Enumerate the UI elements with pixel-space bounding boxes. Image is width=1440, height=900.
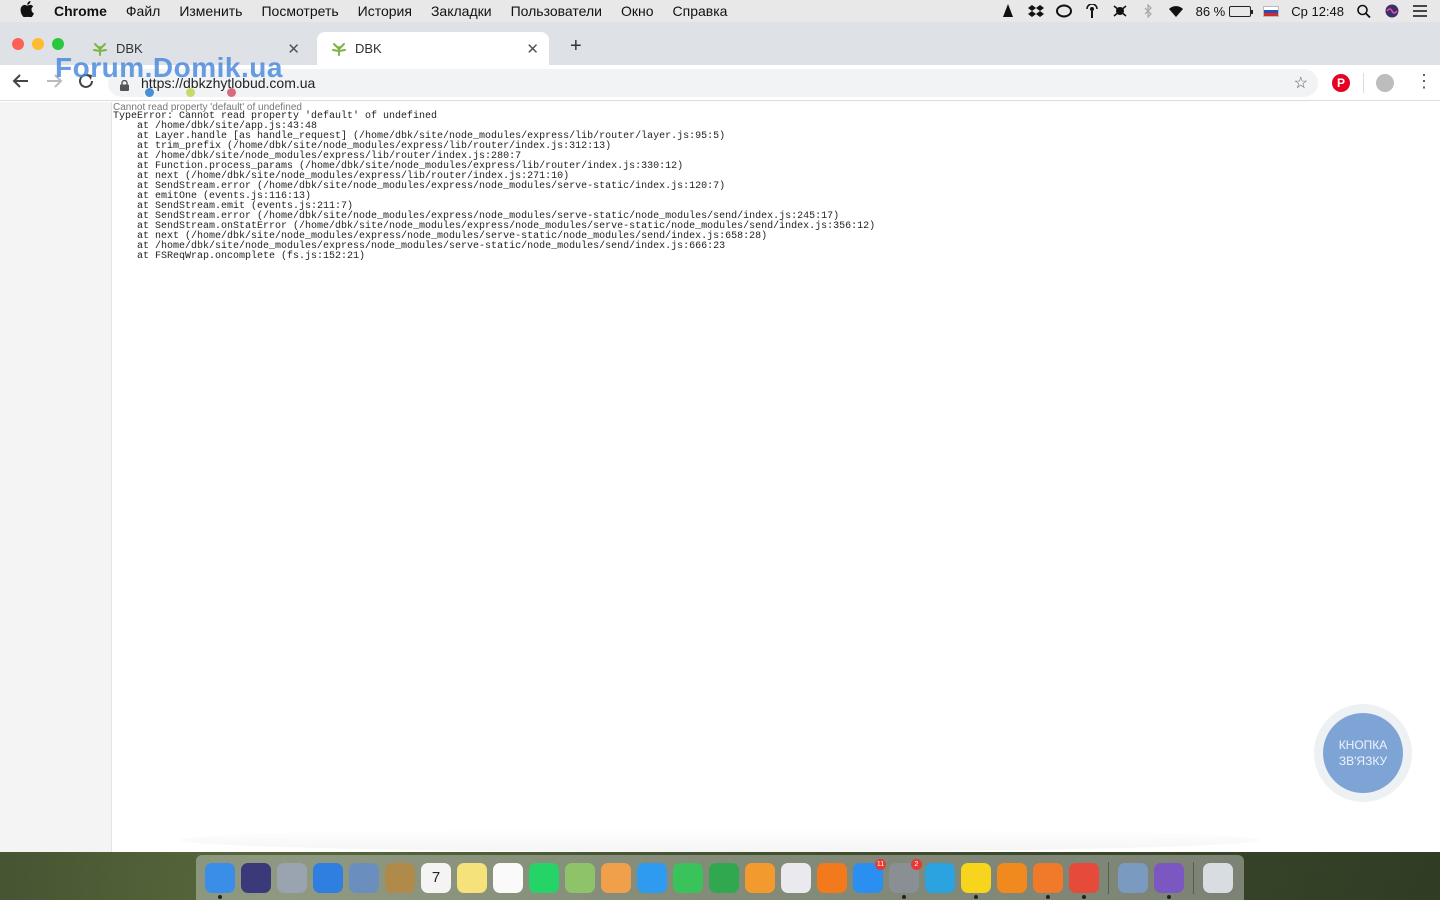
battery-icon [1229, 5, 1254, 17]
browser-window: DBK ✕ DBK ✕ + https://dbkzhytlobud.com.u… [0, 22, 1440, 852]
dock-badge: 11 [875, 858, 886, 870]
close-tab-icon[interactable]: ✕ [526, 40, 539, 58]
window-controls [12, 38, 64, 50]
close-tab-icon[interactable]: ✕ [287, 40, 300, 58]
menu-bookmarks[interactable]: Закладки [431, 3, 492, 19]
itunes-icon[interactable] [781, 862, 811, 893]
apple-menu-icon[interactable] [20, 1, 40, 21]
pages-icon[interactable] [745, 862, 775, 893]
input-source-flag-icon[interactable] [1263, 5, 1280, 17]
menu-bar: Chrome Файл Изменить Посмотреть История … [0, 0, 1440, 22]
menu-edit[interactable]: Изменить [179, 3, 242, 19]
calendar-icon[interactable]: 7 [421, 862, 451, 893]
menu-file[interactable]: Файл [126, 3, 160, 19]
vlc-icon[interactable] [997, 862, 1027, 893]
whatsapp-icon[interactable] [529, 862, 559, 893]
telegram-icon[interactable] [925, 862, 955, 893]
vlc-status-icon[interactable] [1000, 4, 1016, 18]
dock-badge: 2 [911, 858, 922, 870]
watermark-logo: Forum.Domik.ua [55, 52, 283, 83]
footer-shadow [180, 828, 1260, 852]
left-gutter [0, 102, 112, 852]
contact-button-line1: КНОПКА [1338, 738, 1388, 752]
menu-view[interactable]: Посмотреть [261, 3, 338, 19]
running-indicator [902, 894, 906, 899]
image-capture-icon[interactable] [1118, 862, 1148, 893]
menu-people[interactable]: Пользователи [511, 3, 602, 19]
new-tab-plus-icon[interactable]: + [570, 35, 582, 58]
messages-icon[interactable] [637, 862, 667, 893]
notebook-icon[interactable] [385, 862, 415, 893]
running-indicator [974, 894, 978, 899]
preview-icon[interactable] [349, 862, 379, 893]
finder-icon[interactable] [205, 862, 235, 899]
tab-dbk-2[interactable]: DBK ✕ [317, 32, 549, 65]
dock-separator [1193, 861, 1194, 894]
pinterest-extension-icon[interactable]: P [1332, 74, 1350, 92]
tab-title: DBK [355, 41, 382, 56]
spotlight-search-icon[interactable] [1356, 4, 1372, 18]
close-window-button[interactable] [12, 38, 24, 50]
leaf-favicon-icon [331, 41, 347, 57]
creative-cloud-icon[interactable] [1055, 4, 1072, 18]
watermark-dot [145, 88, 154, 97]
battery-status[interactable]: 86 % [1195, 3, 1254, 19]
hotspot-icon[interactable] [1084, 4, 1100, 18]
stack-line: at FSReqWrap.oncomplete (fs.js:152:21) [113, 251, 366, 262]
page-content: Cannot read property 'default' of undefi… [0, 102, 1440, 852]
menu-help[interactable]: Справка [673, 3, 728, 19]
dock-separator [1108, 861, 1109, 894]
vpn-icon[interactable] [1033, 862, 1063, 899]
toolbar-divider [1363, 73, 1364, 93]
wifi-icon[interactable] [1168, 4, 1184, 18]
running-indicator [1082, 894, 1086, 899]
dropbox-icon[interactable] [1027, 4, 1044, 18]
minimize-window-button[interactable] [32, 38, 44, 50]
siri-icon[interactable] [241, 862, 271, 893]
maps-icon[interactable] [565, 862, 595, 893]
smiley-app-icon[interactable] [961, 862, 991, 899]
notes-icon[interactable] [457, 862, 487, 893]
more-menu-icon[interactable]: ⋮ [1415, 71, 1433, 92]
status-area: 86 % Ср 12:48 [1000, 0, 1440, 22]
battery-percent: 86 % [1195, 3, 1226, 19]
clock[interactable]: Ср 12:48 [1291, 4, 1344, 19]
safari-icon[interactable] [313, 862, 343, 893]
numbers-icon[interactable] [709, 862, 739, 893]
chrome-icon[interactable] [1069, 862, 1099, 899]
bookmark-star-icon[interactable]: ☆ [1294, 73, 1308, 93]
trash-icon[interactable] [1203, 862, 1233, 893]
zoom-window-button[interactable] [52, 38, 64, 50]
launchpad-icon[interactable] [277, 862, 307, 893]
books-icon[interactable] [817, 862, 847, 893]
facetime-icon[interactable] [673, 862, 703, 893]
menu-history[interactable]: История [358, 3, 412, 19]
back-arrow-icon[interactable] [12, 72, 30, 95]
bug-app-icon[interactable] [1112, 4, 1128, 18]
app-store-icon[interactable]: 11 [853, 858, 886, 893]
contact-button[interactable]: КНОПКА ЗВ'ЯЗКУ [1323, 713, 1403, 793]
contact-button-line2: ЗВ'ЯЗКУ [1338, 754, 1388, 768]
running-indicator [218, 894, 222, 899]
running-indicator [1167, 894, 1171, 899]
address-bar[interactable]: https://dbkzhytlobud.com.ua ☆ [108, 69, 1318, 97]
dock: 7 11 2 [196, 855, 1244, 900]
watermark-dot [186, 88, 195, 97]
watermark-dots [145, 88, 236, 97]
stack-trace: TypeError: Cannot read property 'default… [113, 112, 875, 262]
photos-icon[interactable] [601, 862, 631, 893]
viber-icon[interactable] [1154, 862, 1184, 899]
menu-app-name[interactable]: Chrome [54, 3, 107, 19]
siri-menu-icon[interactable] [1384, 4, 1400, 18]
calendar-day: 7 [431, 869, 441, 886]
menu-window[interactable]: Окно [621, 3, 654, 19]
notification-center-icon[interactable] [1412, 4, 1428, 18]
reminders-icon[interactable] [493, 862, 523, 893]
profile-avatar-icon[interactable] [1376, 74, 1394, 92]
running-indicator [1046, 894, 1050, 899]
system-preferences-icon[interactable]: 2 [889, 858, 922, 899]
watermark-dot [227, 88, 236, 97]
bluetooth-icon[interactable] [1140, 4, 1156, 18]
